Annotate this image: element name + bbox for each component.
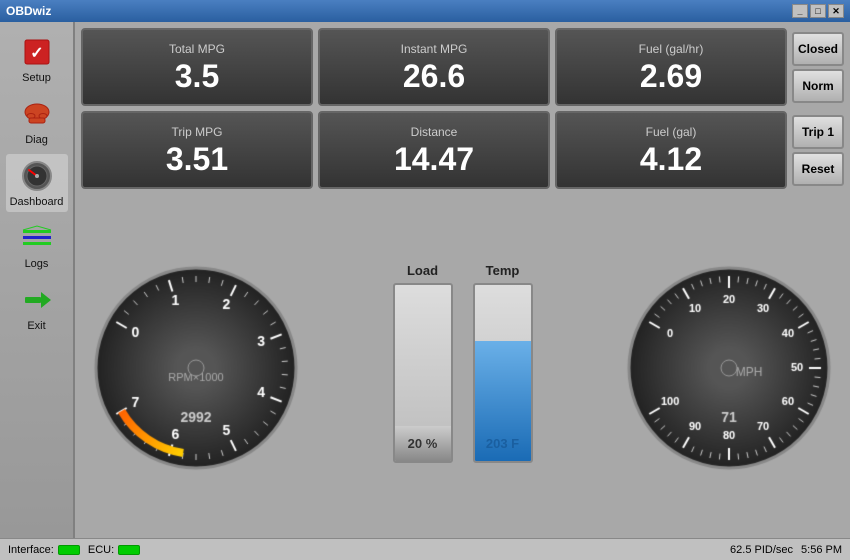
time-display: 5:56 PM <box>801 544 842 556</box>
metric-total-mpg: Total MPG 3.5 <box>81 28 313 106</box>
exit-label: Exit <box>27 320 45 332</box>
load-bar-wrapper: 20 % <box>393 283 453 463</box>
sidebar: ✓ Setup Diag <box>0 22 75 538</box>
load-bar-value: 20 % <box>395 436 451 451</box>
rpm-gauge-container <box>81 248 311 478</box>
interface-led <box>58 545 80 555</box>
total-mpg-value: 3.5 <box>175 60 219 92</box>
trip-mpg-value: 3.51 <box>166 143 228 175</box>
minimize-button[interactable]: _ <box>792 4 808 18</box>
close-button[interactable]: ✕ <box>828 4 844 18</box>
logs-icon <box>19 220 55 256</box>
bars-container: 20 % 203 F <box>393 283 533 463</box>
temp-bar-wrapper: 203 F <box>473 283 533 463</box>
maximize-button[interactable]: □ <box>810 4 826 18</box>
rpm-gauge <box>81 248 311 478</box>
content-area: Total MPG 3.5 Instant MPG 26.6 Fuel (gal… <box>75 22 850 538</box>
status-bar: Interface: ECU: 62.5 PID/sec 5:56 PM <box>0 538 850 560</box>
side-buttons: Closed Norm Trip 1 Reset <box>792 28 844 189</box>
metric-fuel-gal: Fuel (gal) 4.12 <box>555 111 787 189</box>
metrics-row-top: Total MPG 3.5 Instant MPG 26.6 Fuel (gal… <box>81 28 787 106</box>
sidebar-item-logs[interactable]: Logs <box>6 216 68 274</box>
temp-bar-label: Temp <box>473 263 533 278</box>
norm-button[interactable]: Norm <box>792 69 844 103</box>
metric-distance: Distance 14.47 <box>318 111 550 189</box>
instant-mpg-value: 26.6 <box>403 60 465 92</box>
trip1-button[interactable]: Trip 1 <box>792 115 844 149</box>
fuel-gal-label: Fuel (gal) <box>646 125 697 139</box>
side-buttons-bottom: Trip 1 Reset <box>792 111 844 189</box>
reset-button[interactable]: Reset <box>792 152 844 186</box>
metric-fuel-rate: Fuel (gal/hr) 2.69 <box>555 28 787 106</box>
metrics-row-1: Total MPG 3.5 Instant MPG 26.6 Fuel (gal… <box>81 28 787 189</box>
pid-rate: 62.5 PID/sec <box>730 544 793 556</box>
distance-label: Distance <box>411 125 458 139</box>
metrics-row-bottom: Trip MPG 3.51 Distance 14.47 Fuel (gal) … <box>81 111 787 189</box>
fuel-rate-label: Fuel (gal/hr) <box>639 42 704 56</box>
metrics-section-top: Total MPG 3.5 Instant MPG 26.6 Fuel (gal… <box>81 28 844 189</box>
interface-label: Interface: <box>8 544 54 556</box>
fuel-rate-value: 2.69 <box>640 60 702 92</box>
gauges-row: Load Temp 20 % 203 F <box>81 194 844 532</box>
ecu-led <box>118 545 140 555</box>
total-mpg-label: Total MPG <box>169 42 225 56</box>
fuel-gal-value: 4.12 <box>640 143 702 175</box>
sidebar-item-diag[interactable]: Diag <box>6 92 68 150</box>
exit-icon <box>19 282 55 318</box>
diag-label: Diag <box>25 134 48 146</box>
closed-button[interactable]: Closed <box>792 32 844 66</box>
temp-bar-value: 203 F <box>475 436 531 451</box>
sidebar-item-setup[interactable]: ✓ Setup <box>6 30 68 88</box>
setup-icon: ✓ <box>19 34 55 70</box>
trip-mpg-label: Trip MPG <box>172 125 223 139</box>
svg-text:✓: ✓ <box>30 45 43 62</box>
dashboard-icon <box>19 158 55 194</box>
interface-indicator: Interface: <box>8 544 80 556</box>
bar-labels: Load Temp <box>393 263 533 278</box>
instant-mpg-label: Instant MPG <box>401 42 468 56</box>
bar-gauges: Load Temp 20 % 203 F <box>316 263 609 463</box>
sidebar-item-exit[interactable]: Exit <box>6 278 68 336</box>
logs-label: Logs <box>25 258 49 270</box>
mph-gauge <box>614 248 844 478</box>
window-title: OBDwiz <box>6 4 51 18</box>
title-bar: OBDwiz _ □ ✕ <box>0 0 850 22</box>
load-bar-label: Load <box>393 263 453 278</box>
window-controls[interactable]: _ □ ✕ <box>792 4 844 18</box>
setup-label: Setup <box>22 72 51 84</box>
distance-value: 14.47 <box>394 143 474 175</box>
metric-trip-mpg: Trip MPG 3.51 <box>81 111 313 189</box>
dashboard-label: Dashboard <box>10 196 64 208</box>
mph-gauge-container <box>614 248 844 478</box>
ecu-label: ECU: <box>88 544 114 556</box>
metric-instant-mpg: Instant MPG 26.6 <box>318 28 550 106</box>
ecu-indicator: ECU: <box>88 544 140 556</box>
diag-icon <box>19 96 55 132</box>
sidebar-item-dashboard[interactable]: Dashboard <box>6 154 68 212</box>
side-buttons-top: Closed Norm <box>792 28 844 106</box>
